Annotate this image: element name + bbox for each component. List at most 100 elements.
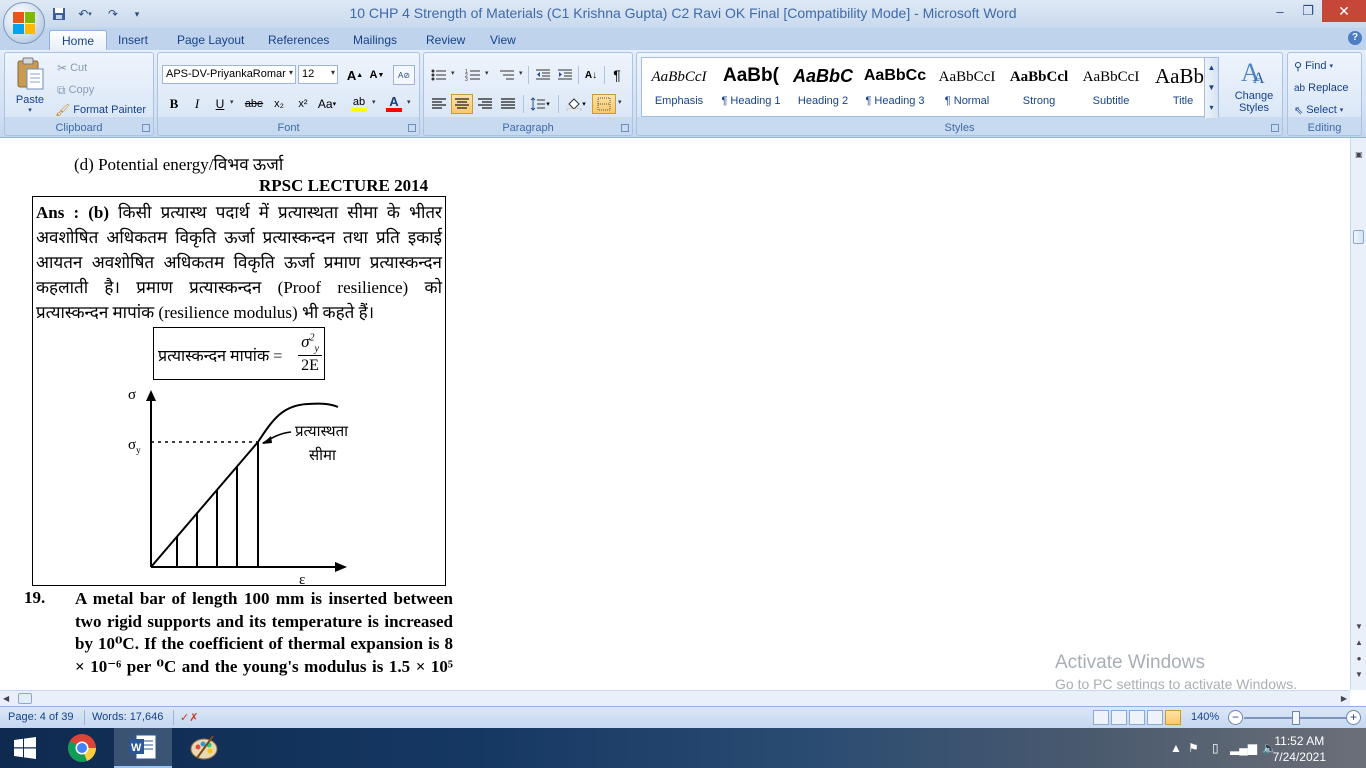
bullets-icon[interactable]: [428, 65, 450, 85]
align-center-icon[interactable]: [451, 94, 473, 114]
highlight-dropdown-icon[interactable]: ▾: [372, 98, 376, 106]
ruler-toggle-icon[interactable]: ▣: [1351, 150, 1366, 159]
superscript-button[interactable]: x²: [292, 94, 314, 114]
start-button[interactable]: [0, 728, 50, 768]
zoom-out-icon[interactable]: −: [1228, 710, 1243, 725]
help-icon[interactable]: ?: [1348, 31, 1362, 45]
office-button[interactable]: [3, 2, 45, 44]
tab-view[interactable]: View: [490, 30, 516, 50]
change-case-button[interactable]: Aa ▾: [316, 94, 338, 114]
font-launcher-icon[interactable]: [408, 124, 416, 132]
outline-view-icon[interactable]: [1147, 710, 1163, 725]
style-normal[interactable]: AaBbCcI ¶ Normal: [932, 61, 1002, 113]
borders-icon[interactable]: [592, 94, 616, 114]
clear-formatting-icon[interactable]: A⊘: [393, 65, 415, 85]
font-name-combo[interactable]: APS-DV-PriyankaRomar ▾: [162, 65, 296, 84]
previous-page-icon[interactable]: ▲: [1351, 638, 1366, 647]
show-hide-button[interactable]: ¶: [606, 65, 628, 85]
minimize-button[interactable]: –: [1266, 0, 1294, 22]
multilevel-dropdown-icon[interactable]: ▾: [519, 69, 523, 77]
bullets-dropdown-icon[interactable]: ▾: [451, 69, 455, 77]
justify-icon[interactable]: [497, 94, 519, 114]
network-signal-icon[interactable]: ▂▄▆: [1230, 741, 1257, 755]
scroll-up-icon[interactable]: ▲: [1205, 58, 1218, 78]
font-color-dropdown-icon[interactable]: ▾: [407, 98, 411, 106]
tab-mailings[interactable]: Mailings: [353, 30, 397, 50]
numbering-icon[interactable]: 123: [462, 65, 484, 85]
line-spacing-icon[interactable]: ▾: [526, 94, 554, 114]
sort-icon[interactable]: A↓: [580, 65, 602, 85]
action-center-icon[interactable]: ⚑: [1188, 741, 1199, 755]
multilevel-list-icon[interactable]: [496, 65, 518, 85]
style-heading-3[interactable]: AaBbCc ¶ Heading 3: [860, 61, 930, 113]
format-painter-button[interactable]: 🖌 Format Painter: [55, 101, 146, 119]
highlight-button[interactable]: ab: [348, 94, 370, 114]
scroll-down-arrow-icon[interactable]: ▼: [1351, 622, 1366, 631]
horizontal-scrollbar[interactable]: ◀ ▶: [0, 690, 1350, 706]
style-emphasis[interactable]: AaBbCcI Emphasis: [644, 61, 714, 113]
style-subtitle[interactable]: AaBbCcI Subtitle: [1076, 61, 1146, 113]
battery-icon[interactable]: ▯: [1212, 741, 1219, 755]
draft-view-icon[interactable]: [1093, 710, 1109, 725]
full-screen-reading-icon[interactable]: [1111, 710, 1127, 725]
clock[interactable]: 11:52 AM 7/24/2021: [1273, 733, 1326, 765]
style-strong[interactable]: AaBbCcl Strong: [1004, 61, 1074, 113]
show-hidden-icons-icon[interactable]: ▲: [1170, 741, 1182, 755]
find-button[interactable]: ⚲ Find ▾: [1294, 57, 1333, 75]
strikethrough-button[interactable]: abe: [243, 94, 265, 114]
underline-button[interactable]: U: [209, 94, 231, 114]
increase-indent-icon[interactable]: [554, 65, 576, 85]
taskbar-paint[interactable]: [175, 728, 233, 768]
select-button[interactable]: ⇖ Select ▾: [1294, 101, 1343, 119]
hscroll-thumb[interactable]: [18, 693, 32, 704]
decrease-indent-icon[interactable]: [532, 65, 554, 85]
tab-page-layout[interactable]: Page Layout: [177, 30, 244, 50]
scroll-right-icon[interactable]: ▶: [1341, 694, 1347, 703]
scroll-left-icon[interactable]: ◀: [3, 694, 9, 703]
maximize-button[interactable]: ❐: [1294, 0, 1322, 22]
style-heading-1[interactable]: AaBb( ¶ Heading 1: [716, 61, 786, 113]
style-heading-2[interactable]: AaBbC Heading 2: [788, 61, 858, 113]
numbering-dropdown-icon[interactable]: ▾: [485, 69, 489, 77]
document-area[interactable]: (d) Potential energy/विभव ऊर्जा RPSC LEC…: [0, 138, 1350, 690]
print-layout-icon[interactable]: [1165, 710, 1181, 725]
word-count[interactable]: Words: 17,646: [92, 711, 163, 723]
vertical-scrollbar[interactable]: ▣ ▼ ▲ ● ▼: [1350, 138, 1366, 690]
tab-home[interactable]: Home: [49, 30, 108, 50]
align-left-icon[interactable]: [428, 94, 450, 114]
zoom-slider-knob[interactable]: [1292, 711, 1300, 725]
web-layout-icon[interactable]: [1129, 710, 1145, 725]
taskbar-word[interactable]: W: [114, 728, 172, 768]
grow-font-button[interactable]: A ▲: [344, 65, 366, 85]
scroll-thumb[interactable]: [1353, 230, 1364, 244]
change-styles-button[interactable]: AA Change Styles: [1227, 57, 1281, 119]
next-page-icon[interactable]: ▼: [1351, 670, 1366, 679]
page-count[interactable]: Page: 4 of 39: [8, 711, 73, 723]
clipboard-launcher-icon[interactable]: [142, 124, 150, 132]
taskbar-chrome[interactable]: [53, 728, 111, 768]
font-size-combo[interactable]: 12 ▾: [298, 65, 338, 84]
close-button[interactable]: ✕: [1322, 0, 1366, 22]
proofing-icon[interactable]: ✓✗: [180, 711, 198, 724]
replace-button[interactable]: ab Replace: [1294, 79, 1348, 97]
tab-references[interactable]: References: [268, 30, 329, 50]
underline-dropdown-icon[interactable]: ▾: [230, 98, 234, 106]
copy-button[interactable]: ⧉ Copy: [57, 81, 94, 99]
shrink-font-button[interactable]: A ▼: [366, 65, 388, 85]
zoom-in-icon[interactable]: +: [1346, 710, 1361, 725]
subscript-button[interactable]: x₂: [268, 94, 290, 114]
styles-launcher-icon[interactable]: [1271, 124, 1279, 132]
align-right-icon[interactable]: [474, 94, 496, 114]
borders-dropdown-icon[interactable]: ▾: [618, 98, 622, 106]
font-color-button[interactable]: A: [383, 94, 405, 114]
zoom-level[interactable]: 140%: [1191, 711, 1219, 723]
paste-button[interactable]: Paste ▾: [11, 57, 49, 117]
tab-insert[interactable]: Insert: [118, 30, 148, 50]
tab-review[interactable]: Review: [426, 30, 465, 50]
shading-icon[interactable]: ▾: [562, 94, 590, 114]
paragraph-launcher-icon[interactable]: [621, 124, 629, 132]
italic-button[interactable]: I: [186, 94, 208, 114]
browse-object-icon[interactable]: ●: [1351, 654, 1366, 663]
cut-button[interactable]: ✂ Cut: [57, 59, 87, 77]
bold-button[interactable]: B: [163, 94, 185, 114]
